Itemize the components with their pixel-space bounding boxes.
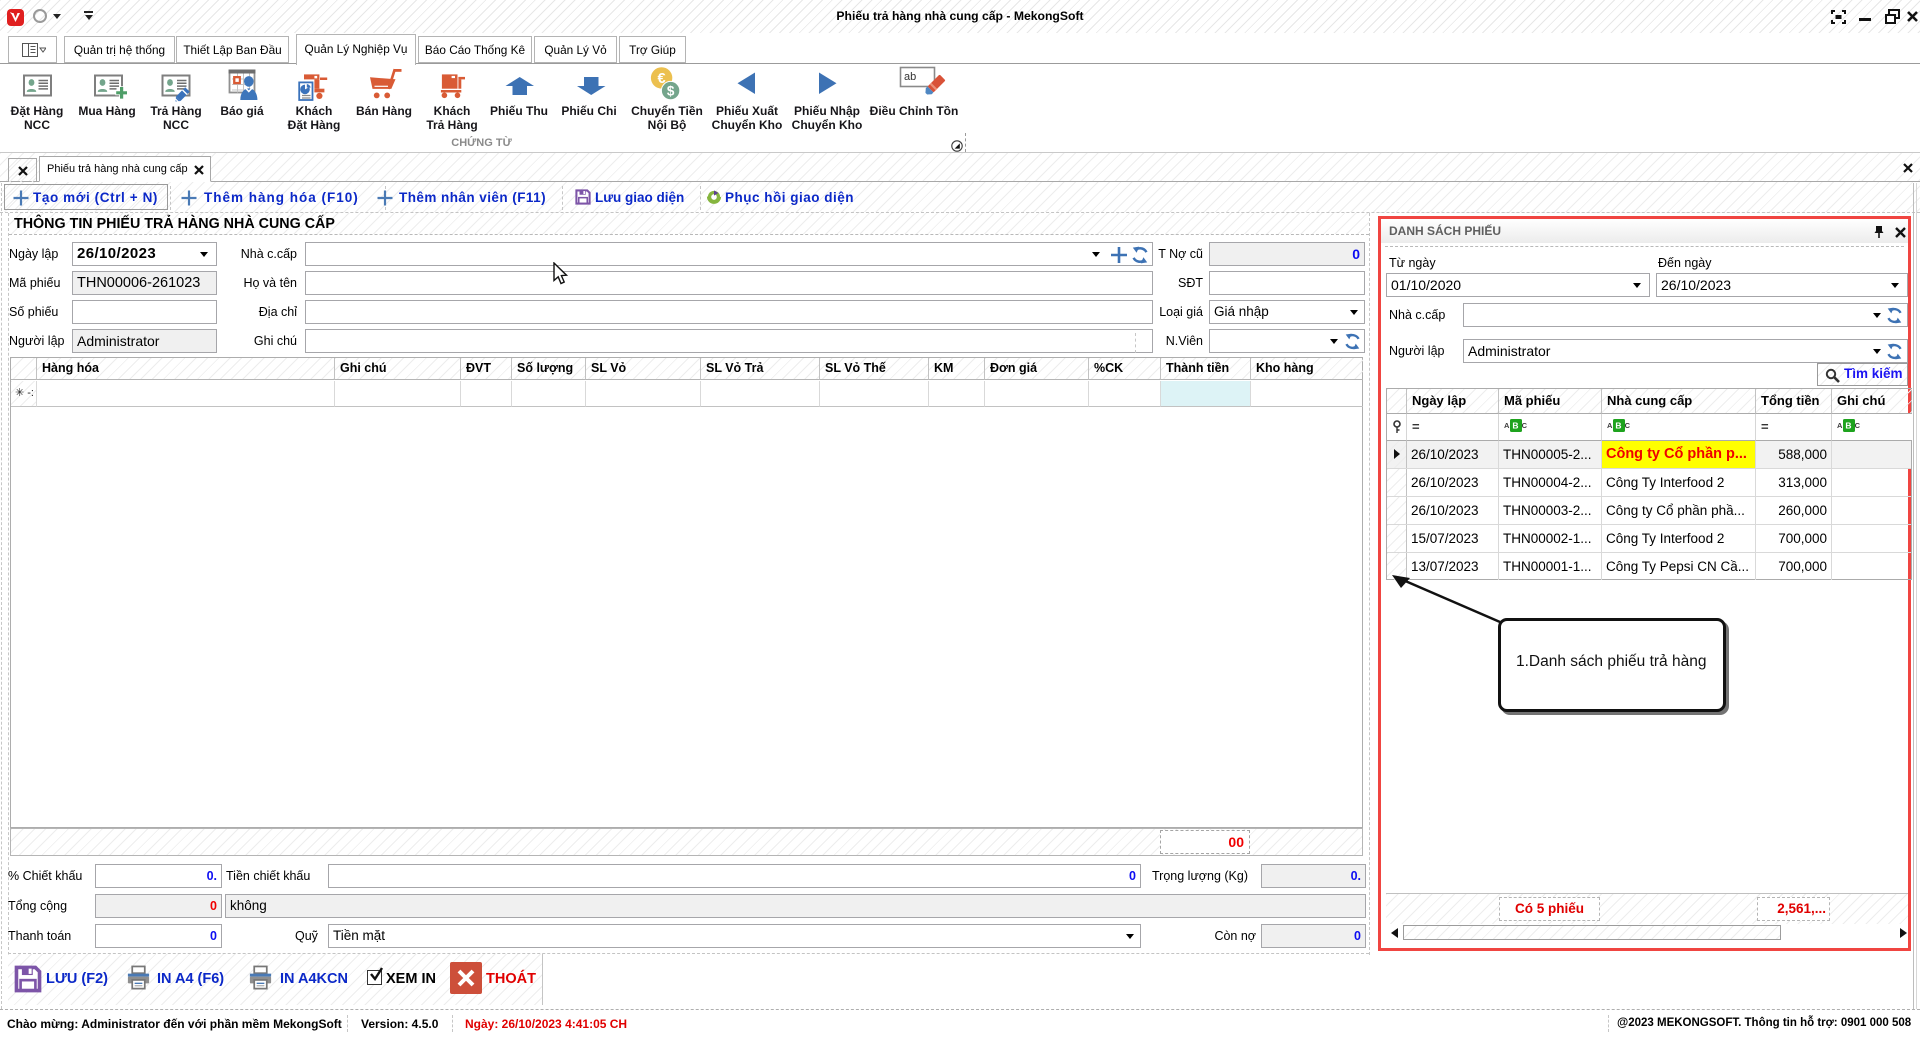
svg-text:ab: ab	[904, 71, 916, 83]
svg-text:$: $	[667, 84, 675, 99]
